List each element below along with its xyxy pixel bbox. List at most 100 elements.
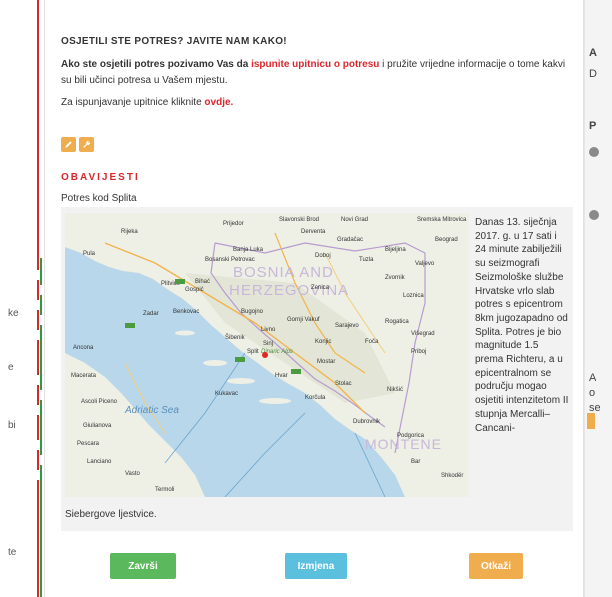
wrench-icon	[83, 140, 91, 148]
background-text-fragment: te	[8, 547, 17, 558]
border-gap	[37, 440, 39, 450]
map-label: Foča	[365, 339, 379, 345]
radio-icon	[589, 147, 599, 157]
map-label: HERZEGOVINA	[229, 282, 349, 299]
map-label: Podgorica	[397, 433, 425, 439]
map-label: Derventa	[301, 229, 326, 235]
radio-icon	[589, 210, 599, 220]
background-text-fragment: bi	[8, 420, 16, 431]
edit-button[interactable]	[61, 137, 76, 152]
news-body-tail: Siebergove ljestvice.	[65, 509, 157, 520]
map-label: Šibenik	[225, 334, 246, 341]
map-label: Zadar	[143, 311, 159, 317]
map-label: Adriatic Sea	[124, 405, 179, 416]
survey-here-link[interactable]: ovdje.	[204, 97, 233, 108]
map-label: Rogatica	[385, 319, 409, 325]
map-label: Sremska Mitrovica	[417, 217, 467, 223]
edit-action-button[interactable]: Izmjena	[285, 553, 347, 579]
border-gap	[37, 270, 39, 280]
border-gap	[40, 390, 42, 400]
map-label: Lanciano	[87, 459, 112, 465]
map-label: Sinj	[263, 341, 273, 347]
map-label: Hvar	[275, 373, 288, 379]
map-label: Tuzla	[359, 257, 374, 263]
map-label: Loznica	[403, 293, 424, 299]
map-label: Shkodër	[441, 473, 463, 479]
settings-button[interactable]	[79, 137, 94, 152]
map-label: Livno	[261, 327, 276, 333]
border-gap	[40, 455, 42, 465]
map-label: Rijeka	[121, 229, 138, 235]
background-text-fragment: ke	[8, 308, 19, 319]
survey-fill-line: Za ispunjavanje upitnice kliknite ovdje.	[61, 97, 233, 108]
map-label: Bosanski Petrovac	[205, 257, 255, 263]
news-heading: OBAVIJESTI	[61, 172, 140, 183]
border-gap	[40, 315, 42, 325]
map-label: Korčula	[305, 395, 326, 401]
map-label: Beograd	[435, 237, 458, 243]
map-label: Zvornik	[385, 275, 406, 281]
map-label: Bijeljina	[385, 247, 406, 253]
border-gap	[37, 300, 39, 310]
background-right-panel: A D P A o se	[584, 0, 612, 597]
epicenter-marker	[262, 352, 268, 358]
pencil-icon	[65, 141, 72, 148]
survey-title: OSJETILI STE POTRES? JAVITE NAM KAKO!	[61, 36, 287, 47]
finish-button[interactable]: Završi	[110, 553, 176, 579]
survey-fill-prefix: Za ispunjavanje upitnice kliknite	[61, 97, 205, 108]
map-label: BOSNIA AND	[233, 264, 334, 281]
map-label: Konjic	[315, 339, 331, 345]
background-text-fragment: e	[8, 362, 14, 373]
news-panel: BOSNIA AND HERZEGOVINA MONTENE Adriatic …	[61, 207, 573, 531]
map-label: Sarajevo	[335, 323, 359, 329]
earthquake-map: BOSNIA AND HERZEGOVINA MONTENE Adriatic …	[65, 213, 469, 497]
map-label: Termoli	[155, 487, 174, 493]
survey-intro: Ako ste osjetili potres pozivamo Vas da …	[61, 57, 573, 89]
map-label: Bugojno	[241, 309, 264, 315]
map-label: Nikšić	[387, 387, 403, 393]
map-label: Bihać	[195, 279, 210, 285]
map-label: Kukavac	[215, 391, 238, 397]
map-label: Prijedor	[223, 221, 244, 227]
map-label: Split	[247, 349, 259, 355]
background-text-fragment: A	[589, 47, 597, 59]
map-label: Doboj	[315, 253, 331, 259]
cancel-button[interactable]: Otkaži	[469, 553, 523, 579]
map-label: Dubrovnik	[353, 419, 381, 425]
map-label: Pescara	[77, 441, 100, 447]
background-text-fragment: A	[589, 372, 597, 384]
border-gap	[37, 470, 39, 480]
map-label: Mostar	[317, 359, 335, 365]
background-text-fragment: o	[589, 387, 596, 399]
map-label: Gospić	[185, 287, 204, 293]
map-label: Pula	[83, 251, 96, 257]
border-gap	[37, 405, 39, 415]
background-button-edge	[587, 413, 595, 429]
news-subtitle: Potres kod Splita	[61, 193, 137, 204]
map-label: Valjevo	[415, 261, 435, 267]
notification-modal: OSJETILI STE POTRES? JAVITE NAM KAKO! Ak…	[44, 0, 584, 597]
map-label: Ancona	[73, 345, 94, 351]
map-label: Novi Grad	[341, 217, 368, 223]
border-gap	[37, 375, 39, 385]
map-label: Bar	[411, 459, 420, 465]
map-label: Zenica	[311, 285, 330, 291]
map-label: Banja Luka	[233, 247, 264, 253]
news-body: Danas 13. siječnja 2017. g. u 17 sati i …	[475, 217, 569, 434]
border-gap	[37, 330, 39, 340]
map-label: Priboj	[411, 349, 426, 355]
map-label: Macerata	[71, 373, 97, 379]
background-text-fragment: D	[589, 68, 597, 80]
map-label: Vasto	[125, 471, 141, 477]
map-label: Benkovac	[173, 309, 199, 315]
survey-intro-bold: Ako ste osjetili potres pozivamo Vas da	[61, 59, 252, 70]
map-label: Ascoli Piceno	[81, 399, 118, 405]
border-gap	[40, 285, 42, 295]
green-border-line	[40, 258, 42, 597]
survey-link[interactable]: ispunite upitnicu o potresu	[251, 59, 379, 70]
red-border-line	[37, 0, 39, 597]
map-label: Slavonski Brod	[279, 217, 319, 223]
map-label: Stolac	[335, 381, 352, 387]
map-label: Giulianova	[83, 423, 112, 429]
map-label: Višegrad	[411, 331, 435, 337]
